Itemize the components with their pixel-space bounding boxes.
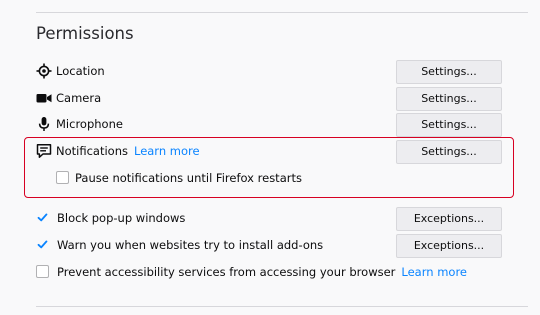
warn-addons-label[interactable]: Warn you when websites try to install ad… xyxy=(57,237,323,253)
camera-label: Camera xyxy=(56,91,102,105)
block-popups-label[interactable]: Block pop-up windows xyxy=(57,210,185,226)
warn-addons-checkbox[interactable] xyxy=(36,238,49,251)
permission-row-microphone: Microphone Settings... xyxy=(36,113,502,137)
pause-notifications-checkbox[interactable] xyxy=(56,171,69,184)
location-icon xyxy=(36,63,52,79)
location-settings-button[interactable]: Settings... xyxy=(396,60,502,84)
camera-icon xyxy=(36,90,52,106)
permission-row-camera: Camera Settings... xyxy=(36,87,502,111)
microphone-icon xyxy=(36,116,52,132)
microphone-settings-button[interactable]: Settings... xyxy=(396,113,502,137)
checkmark-icon xyxy=(37,240,48,249)
camera-settings-button[interactable]: Settings... xyxy=(396,87,502,111)
checkmark-icon xyxy=(37,213,48,222)
block-popups-exceptions-button[interactable]: Exceptions... xyxy=(396,207,502,231)
top-divider xyxy=(36,12,528,13)
accessibility-label-group: Prevent accessibility services from acce… xyxy=(57,264,467,280)
notifications-label-group: Notifications Learn more xyxy=(56,143,200,159)
notifications-label: Notifications xyxy=(56,144,128,158)
notifications-learn-more-link[interactable]: Learn more xyxy=(134,144,200,158)
accessibility-learn-more-link[interactable]: Learn more xyxy=(401,265,467,279)
warn-addons-exceptions-button[interactable]: Exceptions... xyxy=(396,234,502,258)
location-label: Location xyxy=(56,64,105,78)
permission-row-location: Location Settings... xyxy=(36,60,502,84)
accessibility-row: Prevent accessibility services from acce… xyxy=(36,261,502,285)
bottom-divider xyxy=(36,306,528,307)
accessibility-checkbox[interactable] xyxy=(36,265,49,278)
pause-notifications-row: Pause notifications until Firefox restar… xyxy=(36,167,502,191)
block-popups-checkbox[interactable] xyxy=(36,211,49,224)
block-popups-row: Block pop-up windows Exceptions... xyxy=(36,207,502,231)
accessibility-label[interactable]: Prevent accessibility services from acce… xyxy=(57,265,395,279)
permission-row-notifications: Notifications Learn more Settings... xyxy=(36,140,502,164)
microphone-label: Microphone xyxy=(56,117,123,131)
notifications-icon xyxy=(36,143,52,159)
pause-notifications-label[interactable]: Pause notifications until Firefox restar… xyxy=(75,170,302,186)
warn-addons-row: Warn you when websites try to install ad… xyxy=(36,234,502,258)
section-title: Permissions xyxy=(36,24,134,43)
notifications-settings-button[interactable]: Settings... xyxy=(396,140,502,164)
